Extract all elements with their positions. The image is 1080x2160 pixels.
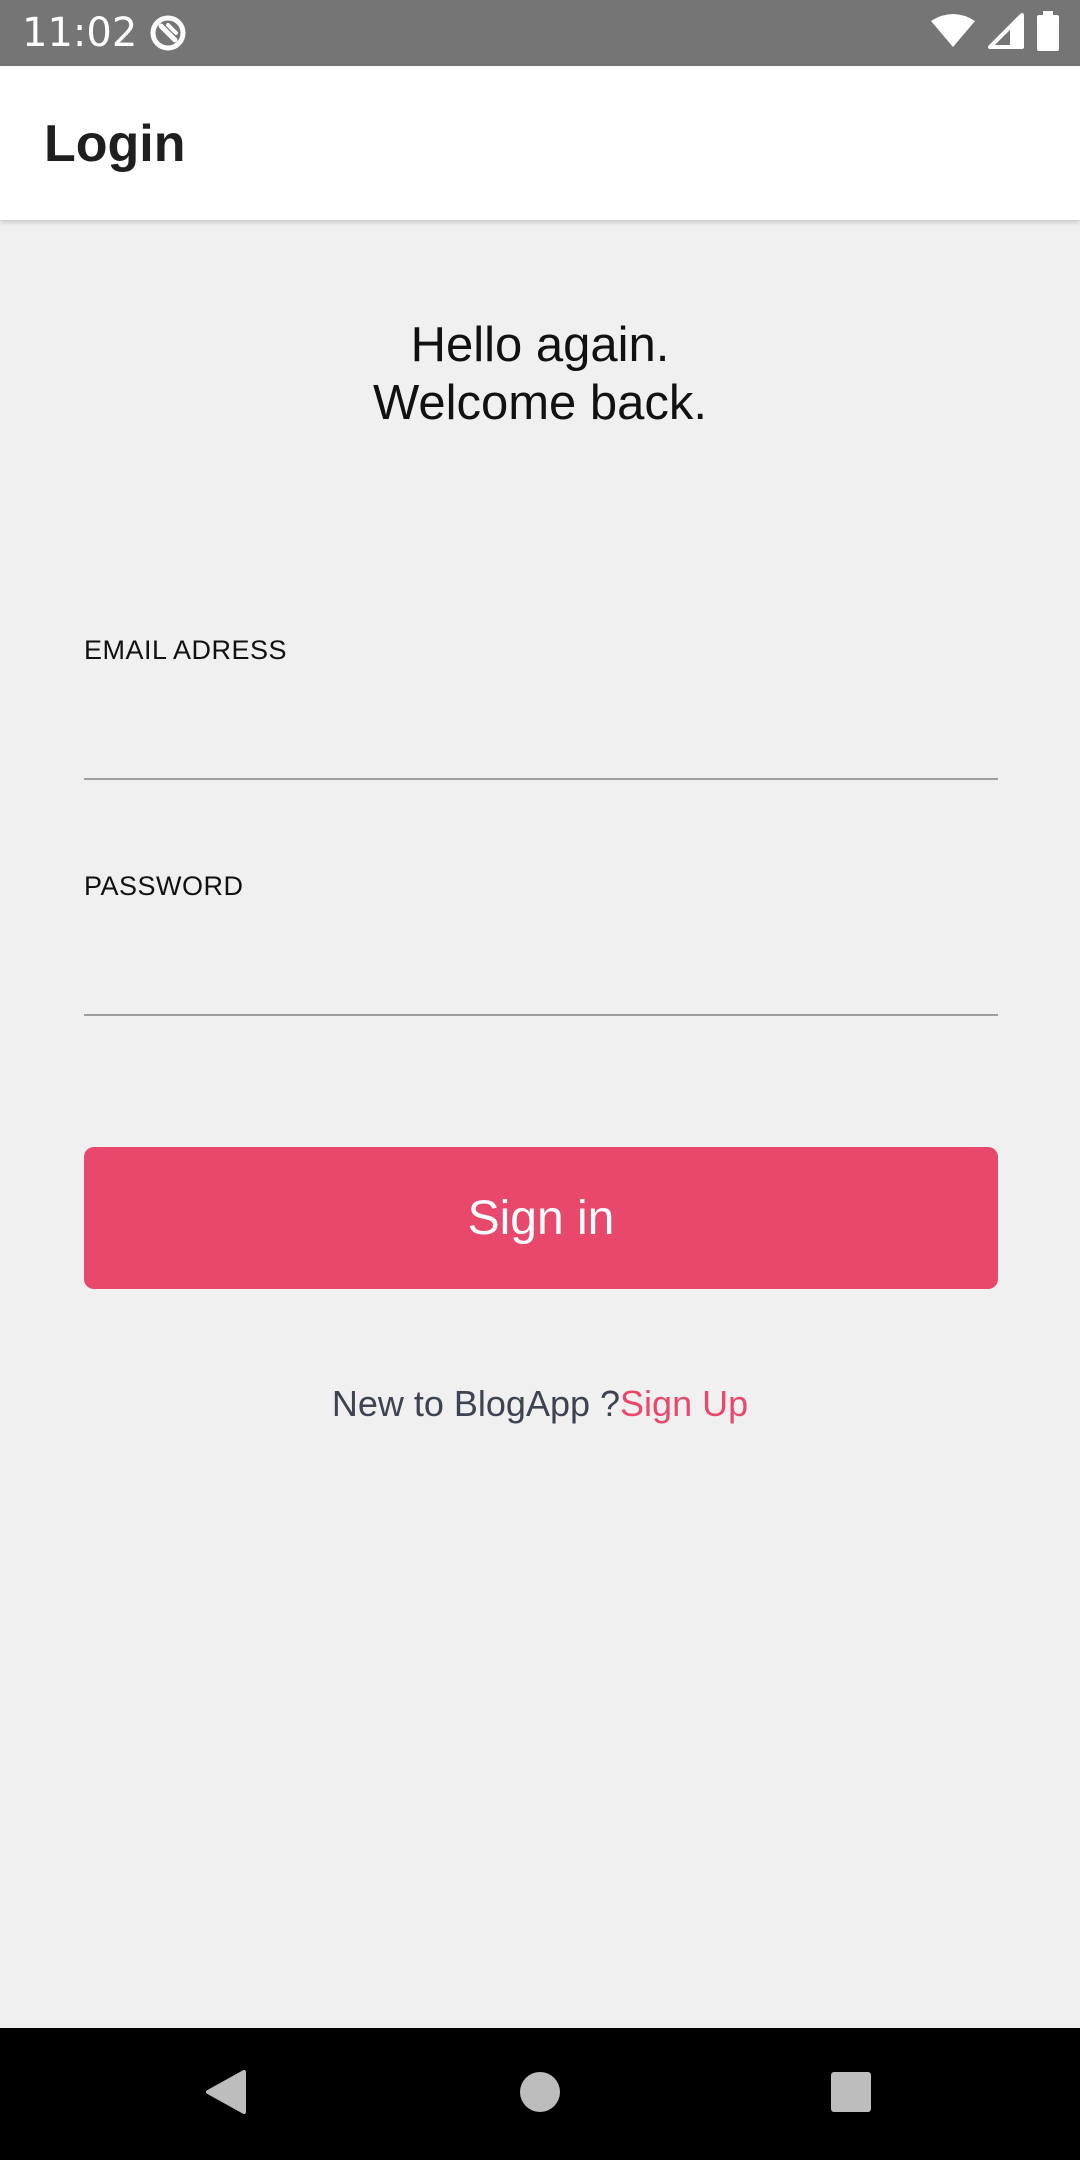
signup-row: New to BlogApp ?Sign Up: [0, 1380, 1080, 1428]
back-button[interactable]: [190, 2058, 262, 2130]
password-label: PASSWORD: [84, 871, 244, 901]
email-field[interactable]: [84, 714, 998, 780]
email-label: EMAIL ADRESS: [84, 635, 288, 665]
password-field[interactable]: [84, 950, 998, 1016]
cell-signal-icon: [988, 12, 1024, 54]
battery-icon: [1036, 10, 1060, 56]
sign-in-button[interactable]: Sign in: [84, 1147, 998, 1289]
home-button[interactable]: [504, 2058, 576, 2130]
app-notification-icon: [148, 13, 188, 53]
status-time: 11:02: [22, 10, 138, 56]
recents-icon: [829, 2070, 873, 2119]
home-icon: [518, 2070, 562, 2119]
welcome-line-2: Welcome back.: [372, 376, 708, 430]
sign-up-link[interactable]: Sign Up: [620, 1383, 748, 1424]
app-bar: Login: [0, 66, 1080, 220]
login-screen: 11:02 Login Hello again. Welcome back. E…: [0, 0, 1080, 2160]
back-icon: [204, 2068, 248, 2121]
welcome-message: Hello again. Welcome back.: [0, 316, 1080, 432]
status-icons: [930, 10, 1060, 56]
status-bar: 11:02: [0, 0, 1080, 66]
signup-prompt: New to BlogApp ?: [331, 1383, 621, 1424]
wifi-icon: [930, 13, 976, 54]
recents-button[interactable]: [815, 2058, 887, 2130]
welcome-line-1: Hello again.: [410, 318, 670, 372]
page-title: Login: [44, 115, 186, 173]
navigation-bar: [0, 2028, 1080, 2160]
